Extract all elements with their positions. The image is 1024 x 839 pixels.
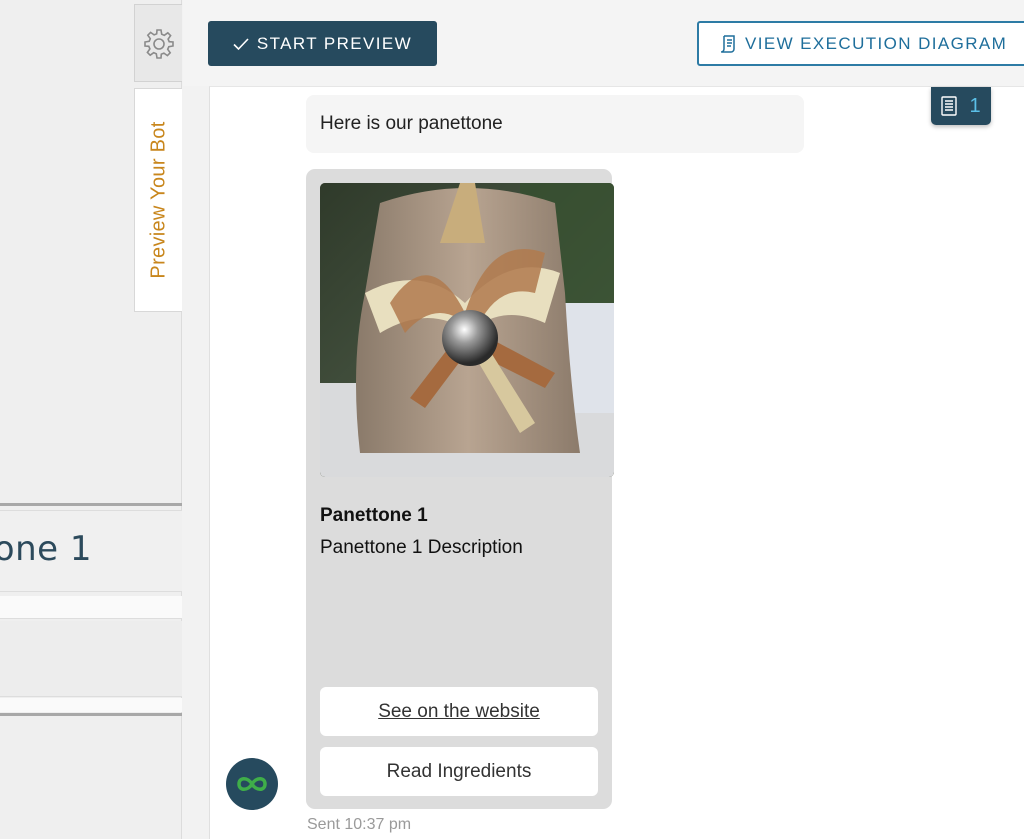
settings-tab[interactable] (134, 4, 182, 82)
view-execution-diagram-button[interactable]: VIEW EXECUTION DIAGRAM (697, 21, 1024, 66)
tab-preview-your-bot[interactable]: Preview Your Bot (134, 88, 182, 312)
divider (0, 503, 182, 506)
log-count: 1 (969, 94, 981, 117)
sidebar-selected-item[interactable]: one 1 (0, 510, 182, 592)
bot-message-bubble: Here is our panettone (306, 95, 804, 153)
panettone-image (320, 183, 614, 477)
card-title: Panettone 1 (320, 505, 428, 526)
view-diagram-label: VIEW EXECUTION DIAGRAM (745, 33, 1008, 53)
start-preview-label: START PREVIEW (256, 33, 413, 53)
sidebar-row (0, 596, 182, 619)
product-card: Panettone 1 Panettone 1 Description See … (306, 169, 614, 809)
sidebar-row[interactable] (0, 621, 182, 697)
panettone-photo (320, 183, 614, 477)
bot-avatar (226, 758, 278, 810)
tab-label: Preview Your Bot (147, 121, 169, 279)
card-description: Panettone 1 Description (320, 537, 523, 558)
divider (0, 713, 182, 716)
checkmark-icon (233, 37, 249, 50)
document-list-icon (941, 96, 958, 116)
sent-timestamp: Sent 10:37 pm (307, 816, 412, 833)
log-badge[interactable]: 1 (931, 87, 991, 125)
scroll-document-icon (720, 34, 735, 53)
gear-icon (143, 29, 174, 59)
read-ingredients-button[interactable]: Read Ingredients (320, 747, 598, 796)
infinity-logo-icon (237, 777, 267, 791)
message-text: Here is our panettone (320, 113, 503, 134)
start-preview-button[interactable]: START PREVIEW (208, 21, 437, 66)
sidebar-item-name: one 1 (0, 529, 92, 569)
see-on-website-button[interactable]: See on the website (320, 687, 598, 736)
sidebar-row (0, 698, 182, 712)
